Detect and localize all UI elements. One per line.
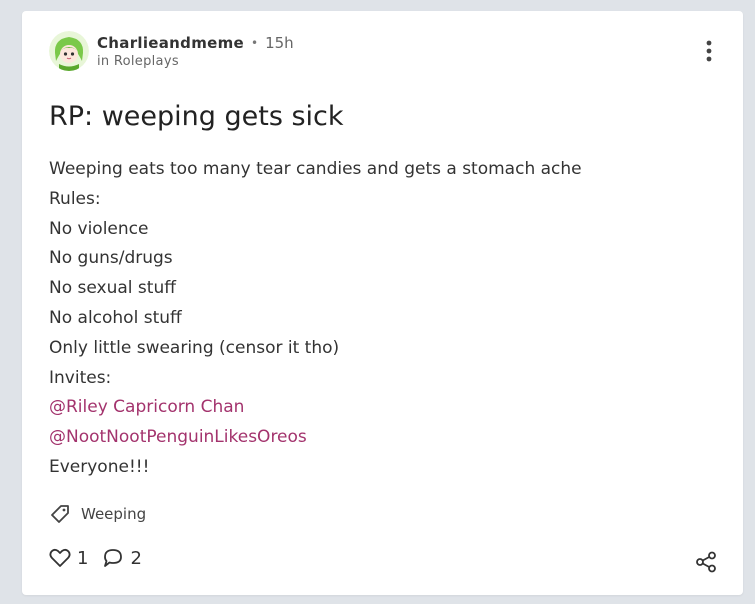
avatar[interactable] [49, 31, 89, 71]
share-icon [696, 551, 716, 573]
body-line: Only little swearing (censor it tho) [49, 337, 340, 358]
post-meta: Charlieandmeme • 15h in Roleplays [97, 33, 294, 70]
author-name[interactable]: Charlieandmeme [97, 33, 244, 53]
comment-bubble-icon [104, 549, 123, 567]
post-time: 15h [265, 33, 294, 52]
body-line: Rules: [49, 188, 101, 209]
meta-separator: • [251, 35, 259, 50]
comment-count: 2 [130, 547, 142, 569]
more-vertical-icon [706, 40, 712, 62]
community-label[interactable]: in Roleplays [97, 53, 294, 70]
tag-icon [51, 505, 69, 523]
post-title: RP: weeping gets sick [49, 101, 344, 132]
body-line: Invites: [49, 367, 112, 388]
body-line: Weeping eats too many tear candies and g… [49, 159, 582, 179]
body-line: No sexual stuff [49, 278, 176, 299]
body-line: No guns/drugs [49, 248, 173, 269]
share-button[interactable] [694, 550, 718, 574]
post-header: Charlieandmeme • 15h in Roleplays [49, 31, 294, 71]
tag-label: Weeping [81, 505, 147, 523]
user-mention[interactable]: @NootNootPenguinLikesOreos [49, 423, 582, 453]
body-line: No violence [49, 218, 149, 239]
comment-button[interactable]: 2 [102, 547, 142, 569]
like-button[interactable]: 1 [49, 548, 88, 569]
like-count: 1 [77, 547, 89, 569]
post-body: Weeping eats too many tear candies and g… [49, 155, 582, 483]
body-line: Everyone!!! [49, 456, 150, 477]
post-actions: 1 2 [49, 547, 156, 569]
author-line: Charlieandmeme • 15h [97, 33, 294, 53]
heart-icon [49, 548, 71, 567]
body-line: No alcohol stuff [49, 307, 182, 328]
post-card: Charlieandmeme • 15h in Roleplays RP: we… [22, 11, 743, 595]
more-options-button[interactable] [703, 40, 715, 64]
post-tag[interactable]: Weeping [49, 503, 146, 525]
user-mention[interactable]: @Riley Capricorn Chan [49, 393, 582, 423]
